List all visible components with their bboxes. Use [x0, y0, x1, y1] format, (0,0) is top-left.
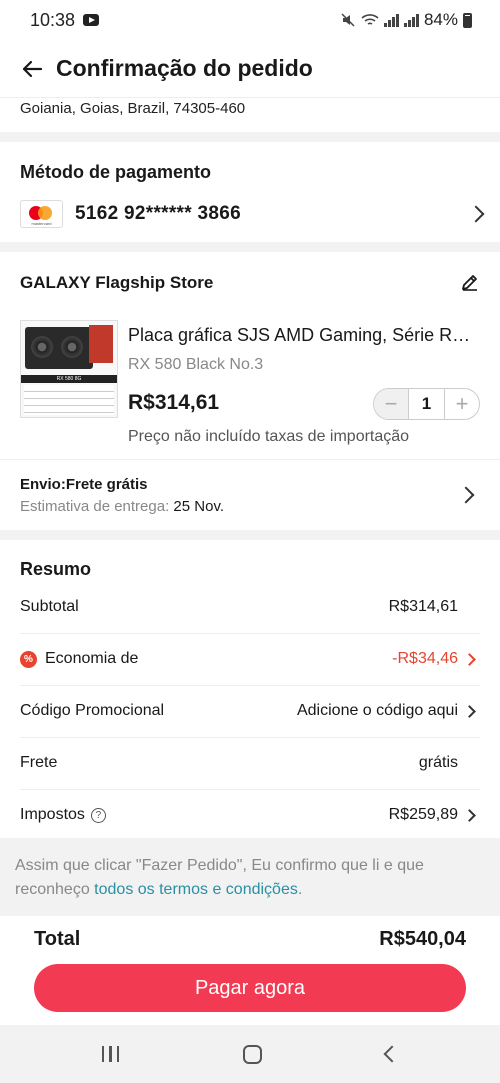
import-tax-note: Preço não incluído taxas de importação — [128, 428, 410, 445]
terms-end: . — [297, 881, 303, 898]
divider — [0, 459, 500, 460]
mute-icon — [341, 13, 355, 27]
taxes-label: Impostos — [20, 806, 85, 823]
pay-now-button[interactable]: Pagar agora — [34, 964, 466, 1012]
battery-percent: 84% — [423, 10, 458, 29]
youtube-icon — [83, 14, 100, 26]
recent-apps-icon[interactable] — [101, 1046, 120, 1062]
shipping-method[interactable]: Envio:Frete grátis — [20, 476, 148, 493]
taxes-row[interactable]: Impostos? R$259,89 — [0, 789, 500, 841]
shipping-fee-row: Frete grátis — [0, 737, 500, 789]
chevron-right-icon — [463, 704, 476, 718]
shipping-fee-value: grátis — [418, 754, 458, 771]
total-value: R$540,04 — [379, 928, 466, 950]
total-label: Total — [34, 928, 81, 950]
quantity-increase-button[interactable]: + — [445, 389, 479, 419]
home-icon[interactable] — [243, 1044, 263, 1064]
product-variant: RX 580 Black No.3 — [128, 356, 264, 373]
back-arrow-icon[interactable] — [20, 57, 44, 81]
android-nav-bar — [0, 1025, 500, 1083]
wifi-icon — [361, 14, 379, 25]
product-name[interactable]: Placa gráfica SJS AMD Gaming, Série RX 5… — [128, 325, 480, 346]
mastercard-logo-icon: mastercard — [20, 200, 63, 228]
delivery-estimate-label: Estimativa de entrega: — [20, 498, 170, 515]
summary-section: Resumo Subtotal R$314,61 % Economia de -R… — [0, 540, 500, 838]
quantity-value[interactable]: 1 — [408, 389, 445, 419]
store-name: GALAXY Flagship Store — [20, 273, 214, 292]
shipping-fee-label: Frete — [20, 754, 58, 771]
status-time: 10:38 — [30, 9, 76, 30]
battery-icon — [463, 12, 472, 28]
edit-pencil-icon[interactable] — [460, 272, 480, 292]
savings-value: -R$34,46 — [392, 650, 458, 667]
chevron-right-icon — [463, 652, 476, 666]
back-icon[interactable] — [383, 1045, 401, 1063]
product-price: R$314,61 — [128, 391, 220, 414]
delivery-estimate-date: 25 Nov. — [173, 498, 225, 515]
product-image[interactable]: RX 580 8G — [20, 320, 118, 418]
shipping-address[interactable]: Goiania, Goias, Brazil, 74305-460 — [0, 98, 500, 132]
chevron-right-icon — [467, 205, 485, 223]
status-bar: 10:38 84% — [0, 0, 500, 40]
quantity-decrease-button[interactable]: − — [374, 389, 408, 419]
summary-title: Resumo — [20, 559, 92, 579]
payment-method-title: Método de pagamento — [20, 162, 212, 182]
delivery-estimate: Estimativa de entrega: 25 Nov. — [20, 498, 224, 515]
terms-notice: Assim que clicar "Fazer Pedido", Eu conf… — [0, 838, 500, 916]
savings-row[interactable]: % Economia de -R$34,46 — [0, 633, 500, 685]
discount-percent-icon: % — [20, 650, 37, 668]
page-header: Confirmação do pedido — [0, 40, 500, 98]
card-number: 5162 92****** 3866 — [75, 203, 241, 224]
taxes-value: R$259,89 — [388, 806, 458, 823]
signal-icon-2 — [403, 13, 419, 27]
subtotal-value: R$314,61 — [388, 598, 458, 615]
subtotal-row: Subtotal R$314,61 — [0, 581, 500, 633]
quantity-stepper: − 1 + — [373, 388, 480, 420]
promo-code-row[interactable]: Código Promocional Adicione o código aqu… — [0, 685, 500, 737]
signal-icon — [383, 13, 399, 27]
help-question-icon[interactable]: ? — [90, 807, 106, 823]
promo-code-value: Adicione o código aqui — [296, 702, 458, 719]
promo-code-label: Código Promocional — [20, 702, 165, 719]
shipping-chevron-icon[interactable] — [457, 486, 475, 504]
store-section: GALAXY Flagship Store RX 580 8G Placa gr… — [0, 252, 500, 530]
savings-label: Economia de — [45, 650, 139, 667]
terms-link[interactable]: todos os termos e condições — [94, 881, 298, 898]
page-title: Confirmação do pedido — [56, 55, 313, 81]
subtotal-label: Subtotal — [20, 598, 79, 615]
checkout-footer: Total R$540,04 Pagar agora — [0, 916, 500, 1025]
payment-card-row[interactable]: mastercard 5162 92****** 3866 — [20, 199, 485, 229]
chevron-right-icon — [463, 808, 476, 822]
payment-method-section: Método de pagamento mastercard 5162 92**… — [0, 142, 500, 242]
